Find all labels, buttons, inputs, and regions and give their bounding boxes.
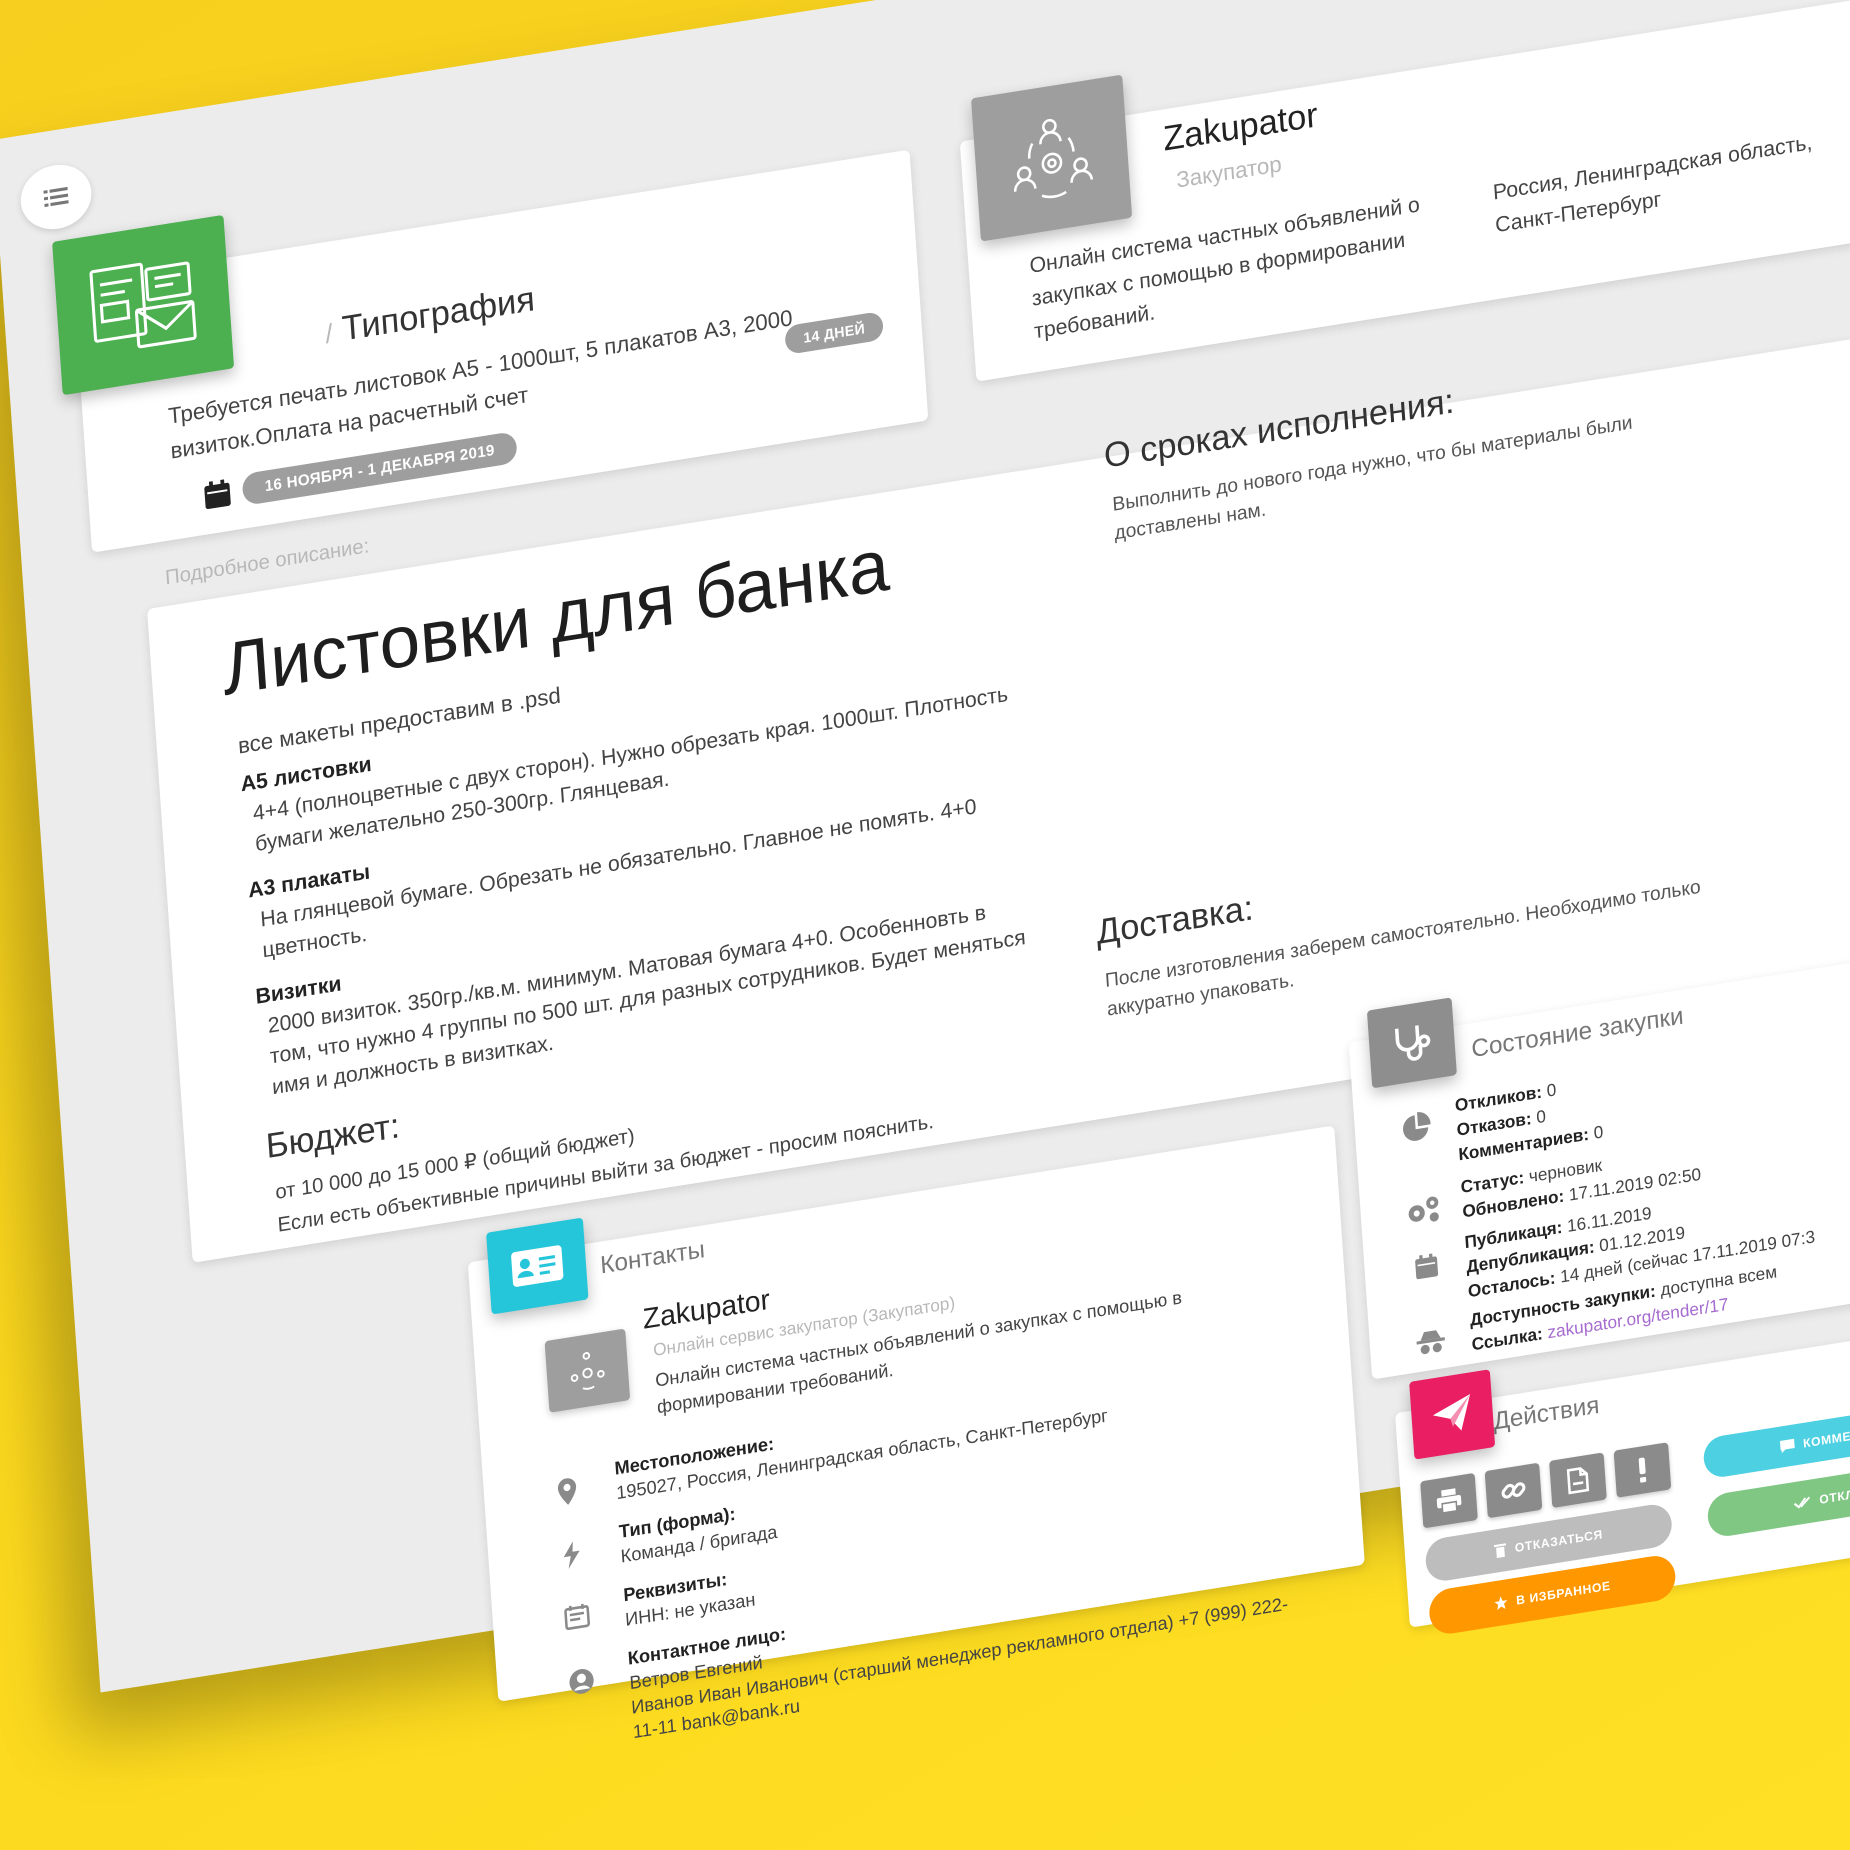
customer-subtitle: Закупатор [1175, 150, 1283, 193]
contacts-card: Контакты Zakupator Онлайн сервис закупат… [467, 1125, 1365, 1742]
trash-icon [1494, 1543, 1507, 1559]
export-pdf-button[interactable] [1549, 1452, 1607, 1509]
exclamation-icon [1638, 1457, 1647, 1483]
customer-name: Zakupator [1161, 95, 1319, 159]
category-slash: / [324, 317, 334, 350]
paper-plane-icon [1432, 1394, 1471, 1431]
comment-icon [1779, 1438, 1795, 1454]
responses-value: 0 [1546, 1079, 1557, 1101]
actions-tile [1409, 1369, 1496, 1460]
calendar-icon [1415, 1253, 1439, 1280]
comment-label: КОММЕН [1802, 1427, 1850, 1451]
print-icon [1436, 1488, 1462, 1514]
map-pin-icon [557, 1478, 577, 1505]
id-card-icon [511, 1245, 564, 1287]
team-gear-icon [1013, 118, 1094, 199]
contacts-tile [486, 1217, 589, 1315]
print-button[interactable] [1420, 1472, 1478, 1529]
refusals-value: 0 [1535, 1106, 1547, 1128]
pie-chart-icon [1403, 1112, 1431, 1141]
link-icon [1501, 1482, 1526, 1499]
person-icon [569, 1669, 594, 1694]
category-title: Типография [340, 279, 537, 349]
calendar-icon [204, 478, 231, 509]
incognito-icon [1416, 1330, 1445, 1355]
budget-heading: Бюджет: [264, 1106, 401, 1167]
printing-icon [89, 261, 197, 349]
bolt-icon [563, 1541, 580, 1569]
list-icon [43, 186, 69, 208]
star-icon [1494, 1596, 1508, 1611]
app-screen: / Типография Требуется печать листовок А… [0, 0, 1850, 1742]
customer-avatar-tile [971, 74, 1133, 242]
favorite-label: В ИЗБРАННОЕ [1515, 1578, 1612, 1608]
gears-icon [1408, 1196, 1439, 1222]
document-icon [564, 1603, 591, 1631]
org-avatar-tile [544, 1328, 631, 1413]
comments-value: 0 [1593, 1122, 1604, 1144]
comment-button[interactable]: КОММЕН [1702, 1402, 1850, 1480]
respond-label: ОТКЛ [1818, 1487, 1850, 1507]
team-gear-icon [570, 1352, 605, 1390]
mockup-stage: / Типография Требуется печать листовок А… [0, 0, 1850, 1850]
status-tile [1366, 997, 1457, 1089]
double-check-icon [1793, 1496, 1810, 1509]
stethoscope-icon [1394, 1025, 1431, 1061]
delivery-heading: Доставка: [1095, 888, 1255, 953]
contacts-title: Контакты [599, 1235, 706, 1280]
pdf-file-icon [1566, 1467, 1590, 1495]
report-button[interactable] [1613, 1442, 1672, 1498]
category-tile [52, 214, 235, 396]
menu-button[interactable] [18, 159, 94, 235]
actions-title: Действия [1492, 1391, 1601, 1436]
refuse-label: ОТКАЗАТЬСЯ [1514, 1526, 1604, 1556]
copy-link-button[interactable] [1484, 1462, 1543, 1519]
